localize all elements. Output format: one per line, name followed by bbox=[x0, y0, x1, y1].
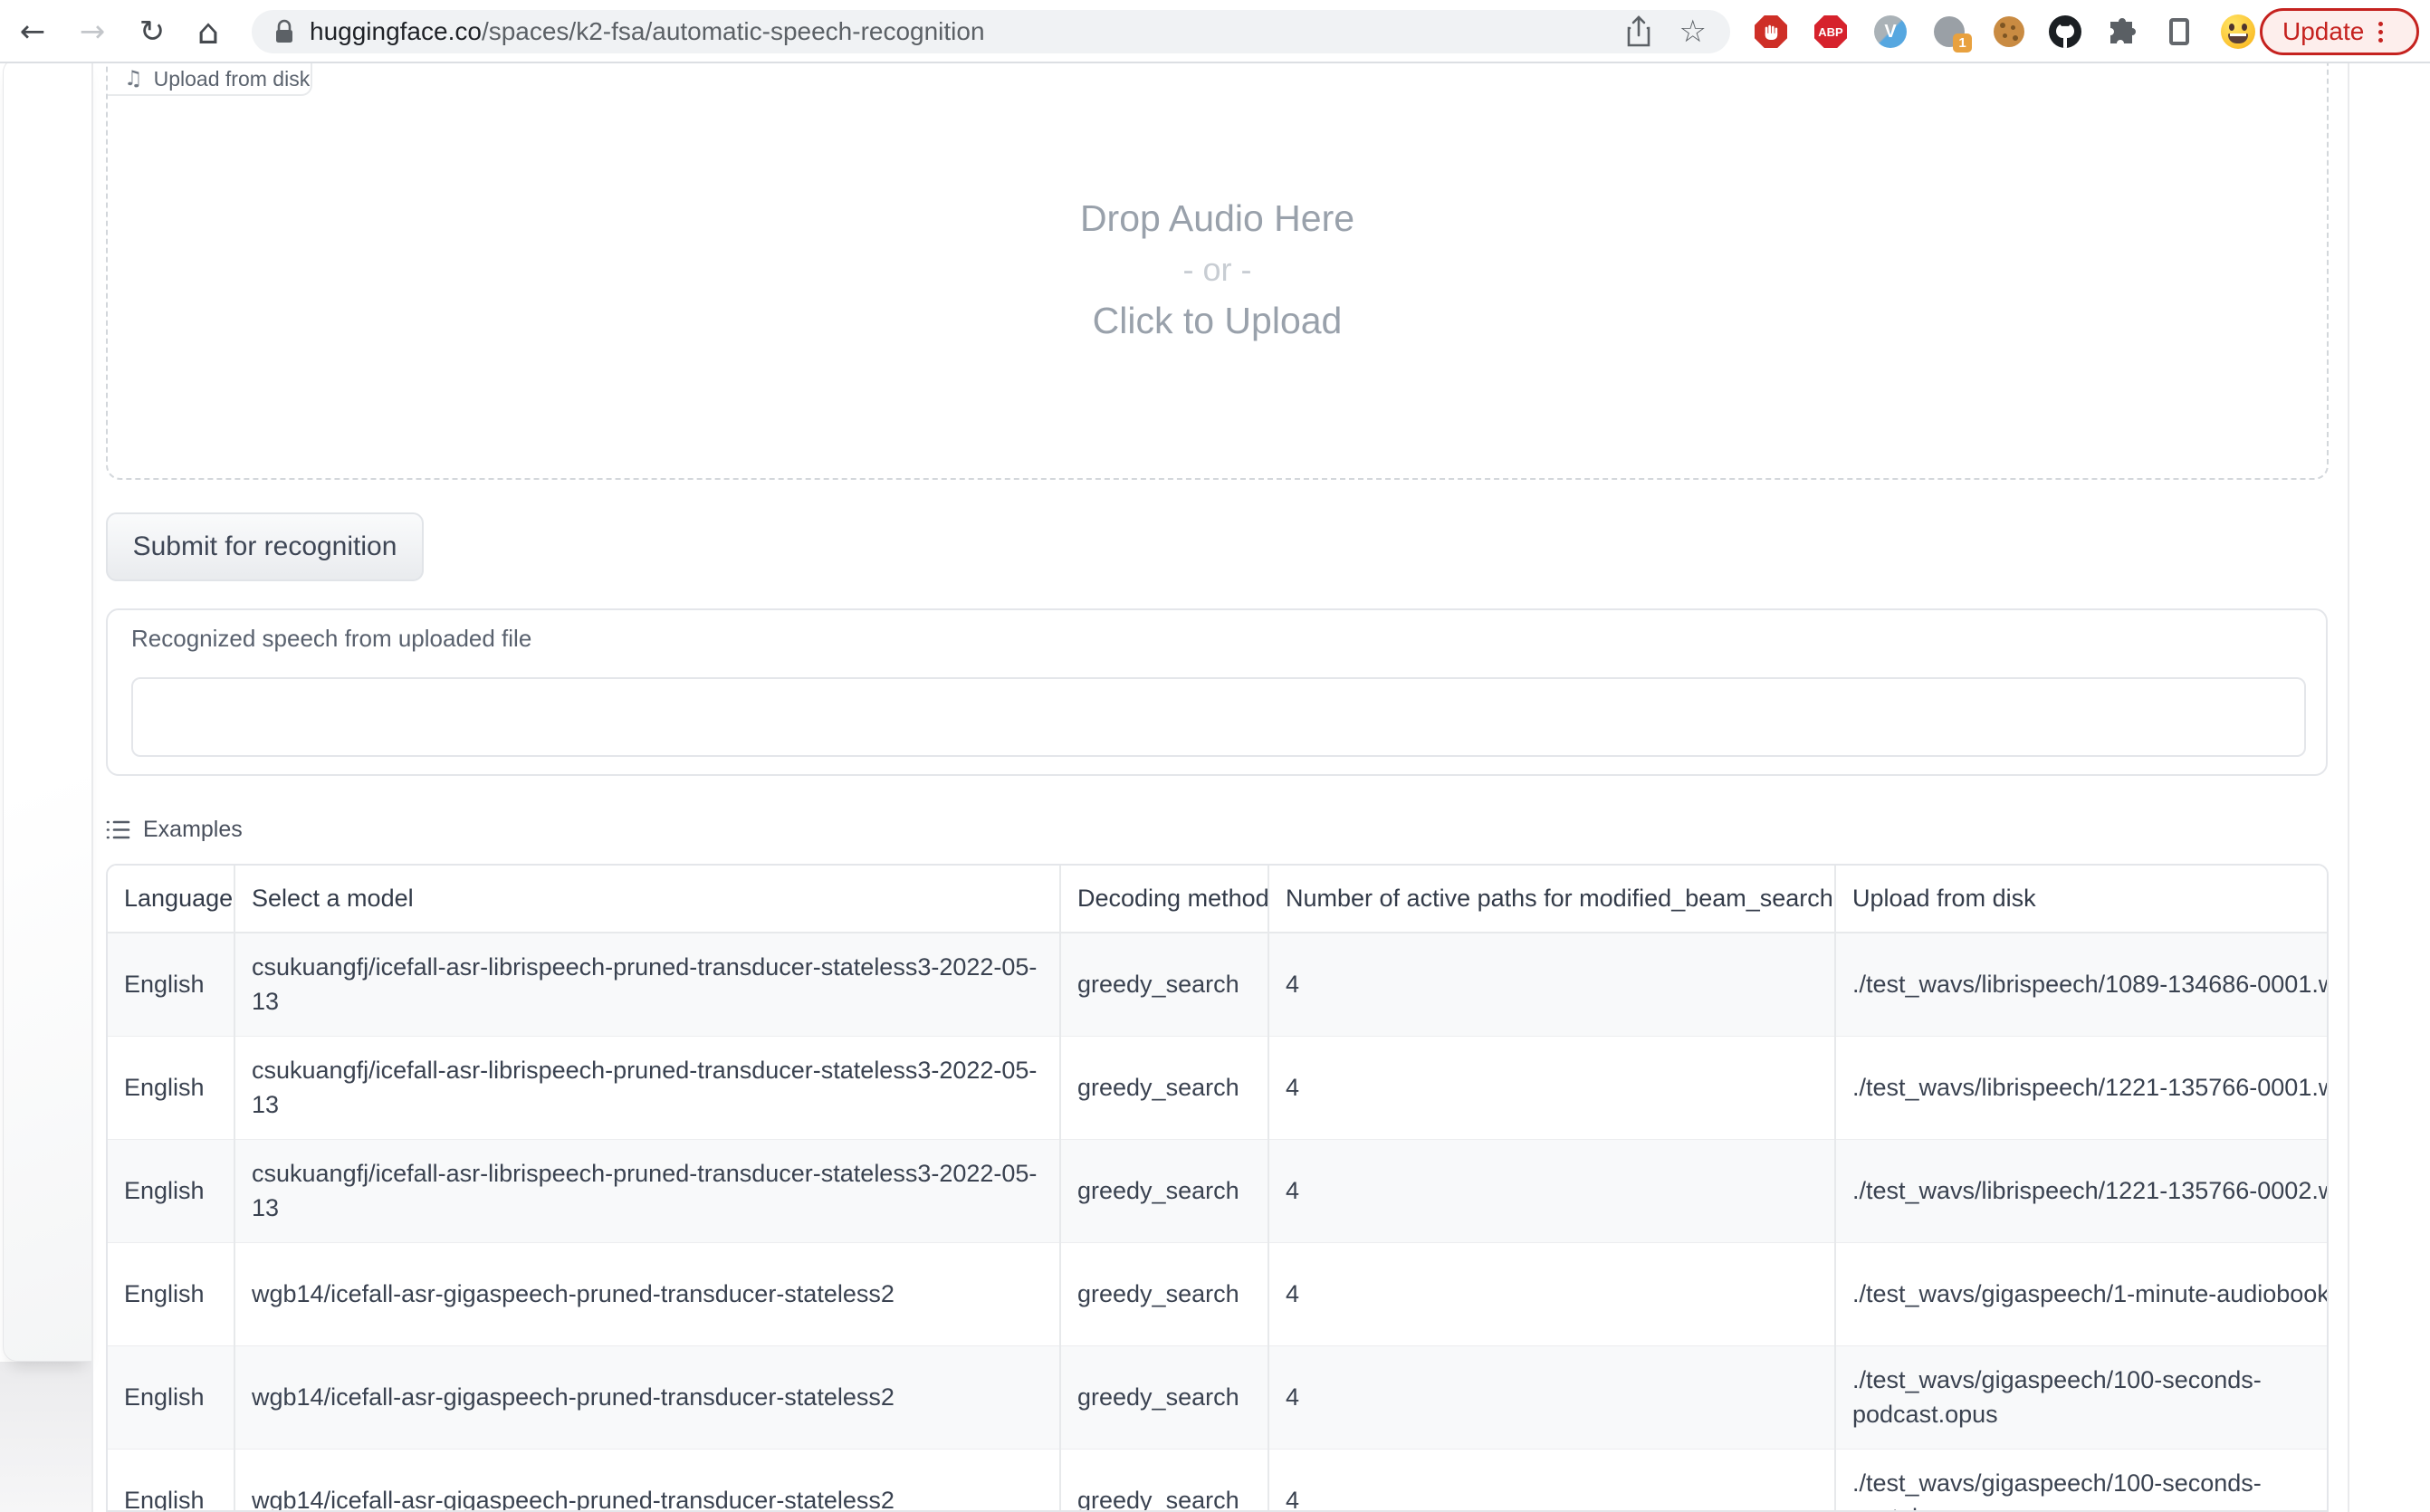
examples-header: Examples bbox=[106, 817, 243, 843]
tab-upload-from-disk[interactable]: ♫ Upload from disk bbox=[108, 63, 312, 96]
col-language: Language bbox=[108, 866, 234, 933]
example-row[interactable]: English wgb14/icefall-asr-gigaspeech-pru… bbox=[108, 1345, 2329, 1449]
cell-paths[interactable]: 4 bbox=[1268, 1242, 1835, 1345]
cell-model[interactable]: csukuangfj/icefall-asr-librispeech-prune… bbox=[234, 1036, 1060, 1139]
dropzone-hint: Drop Audio Here - or - Click to Upload bbox=[106, 192, 2329, 347]
examples-table: Language Select a model Decoding method … bbox=[106, 864, 2329, 1512]
submit-for-recognition-button[interactable]: Submit for recognition bbox=[106, 512, 424, 581]
back-button[interactable]: ← bbox=[13, 12, 53, 52]
forward-button[interactable]: → bbox=[72, 12, 112, 52]
example-row[interactable]: English wgb14/icefall-asr-gigaspeech-pru… bbox=[108, 1242, 2329, 1345]
url-text: huggingface.co/spaces/k2-fsa/automatic-s… bbox=[310, 17, 985, 46]
cell-decoding[interactable]: greedy_search bbox=[1060, 933, 1268, 1036]
drop-audio-here-text: Drop Audio Here bbox=[106, 192, 2329, 244]
page-left-lower-background bbox=[0, 1362, 92, 1512]
example-row[interactable]: English csukuangfj/icefall-asr-librispee… bbox=[108, 1139, 2329, 1242]
examples-header-row: Language Select a model Decoding method … bbox=[108, 866, 2329, 933]
cell-decoding[interactable]: greedy_search bbox=[1060, 1449, 1268, 1512]
github-icon[interactable] bbox=[2048, 14, 2082, 49]
cell-model[interactable]: wgb14/icefall-asr-gigaspeech-pruned-tran… bbox=[234, 1242, 1060, 1345]
cell-file[interactable]: ./test_wavs/librispeech/1221-135766-0001… bbox=[1835, 1036, 2329, 1139]
v-label: V bbox=[1884, 22, 1896, 43]
example-row[interactable]: English wgb14/icefall-asr-gigaspeech-pru… bbox=[108, 1449, 2329, 1512]
extension-badge: 1 bbox=[1953, 33, 1972, 53]
url-path: /spaces/k2-fsa/automatic-speech-recognit… bbox=[482, 17, 985, 45]
reload-button[interactable]: ↻ bbox=[132, 12, 172, 52]
v-ball-icon[interactable]: V bbox=[1873, 14, 1908, 49]
cell-paths[interactable]: 4 bbox=[1268, 1139, 1835, 1242]
cell-paths[interactable]: 4 bbox=[1268, 933, 1835, 1036]
col-decoding-method: Decoding method bbox=[1060, 866, 1268, 933]
cell-language[interactable]: English bbox=[108, 1242, 234, 1345]
click-to-upload-text[interactable]: Click to Upload bbox=[106, 294, 2329, 347]
disabled-extension-icon[interactable]: 1 bbox=[1932, 14, 1966, 49]
url-domain: huggingface.co bbox=[310, 17, 482, 45]
tab-label: Upload from disk bbox=[154, 67, 311, 91]
cell-model[interactable]: wgb14/icefall-asr-gigaspeech-pruned-tran… bbox=[234, 1449, 1060, 1512]
cell-language[interactable]: English bbox=[108, 1139, 234, 1242]
share-icon[interactable] bbox=[1625, 15, 1652, 48]
examples-label: Examples bbox=[143, 817, 243, 843]
cell-decoding[interactable]: greedy_search bbox=[1060, 1036, 1268, 1139]
output-textbox[interactable] bbox=[131, 677, 2306, 757]
example-row[interactable]: English csukuangfj/icefall-asr-librispee… bbox=[108, 1036, 2329, 1139]
bookmark-star-icon[interactable]: ☆ bbox=[1679, 16, 1707, 47]
browser-menu-icon[interactable] bbox=[2378, 22, 2383, 43]
output-label: Recognized speech from uploaded file bbox=[131, 625, 531, 653]
cell-decoding[interactable]: greedy_search bbox=[1060, 1139, 1268, 1242]
app-right-border bbox=[2348, 63, 2349, 1512]
example-row[interactable]: English csukuangfj/icefall-asr-librispee… bbox=[108, 933, 2329, 1036]
cell-file[interactable]: ./test_wavs/gigaspeech/100-seconds-podca… bbox=[1835, 1345, 2329, 1449]
cell-paths[interactable]: 4 bbox=[1268, 1449, 1835, 1512]
col-num-active-paths: Number of active paths for modified_beam… bbox=[1268, 866, 1835, 933]
update-label: Update bbox=[2282, 17, 2364, 46]
or-text: - or - bbox=[106, 244, 2329, 294]
smiley-extension-icon[interactable] bbox=[2221, 14, 2255, 49]
lock-icon bbox=[273, 18, 295, 45]
cell-file[interactable]: ./test_wavs/librispeech/1089-134686-0001… bbox=[1835, 933, 2329, 1036]
browser-toolbar: ← → ↻ ⌂ huggingface.co/spaces/k2-fsa/aut… bbox=[0, 0, 2430, 63]
address-bar[interactable]: huggingface.co/spaces/k2-fsa/automatic-s… bbox=[252, 10, 1730, 53]
adblock-hand-icon[interactable] bbox=[1754, 14, 1788, 49]
page-left-panel bbox=[3, 58, 91, 1362]
cell-paths[interactable]: 4 bbox=[1268, 1036, 1835, 1139]
cell-language[interactable]: English bbox=[108, 1345, 234, 1449]
app-left-border bbox=[91, 63, 93, 1512]
cell-language[interactable]: English bbox=[108, 1449, 234, 1512]
abp-icon[interactable]: ABP bbox=[1813, 14, 1848, 49]
cell-paths[interactable]: 4 bbox=[1268, 1345, 1835, 1449]
cell-file[interactable]: ./test_wavs/librispeech/1221-135766-0002… bbox=[1835, 1139, 2329, 1242]
cell-file[interactable]: ./test_wavs/gigaspeech/100-seconds-youtu… bbox=[1835, 1449, 2329, 1512]
examples-list-icon bbox=[106, 818, 130, 842]
cell-language[interactable]: English bbox=[108, 1036, 234, 1139]
side-panel-icon[interactable] bbox=[2162, 14, 2196, 49]
cell-decoding[interactable]: greedy_search bbox=[1060, 1242, 1268, 1345]
cell-language[interactable]: English bbox=[108, 933, 234, 1036]
cell-model[interactable]: csukuangfj/icefall-asr-librispeech-prune… bbox=[234, 933, 1060, 1036]
cell-model[interactable]: wgb14/icefall-asr-gigaspeech-pruned-tran… bbox=[234, 1345, 1060, 1449]
puzzle-extensions-icon[interactable] bbox=[2105, 14, 2139, 49]
recognized-speech-panel: Recognized speech from uploaded file bbox=[106, 608, 2328, 776]
cell-file[interactable]: ./test_wavs/gigaspeech/1-minute-audioboo… bbox=[1835, 1242, 2329, 1345]
cell-decoding[interactable]: greedy_search bbox=[1060, 1345, 1268, 1449]
cell-model[interactable]: csukuangfj/icefall-asr-librispeech-prune… bbox=[234, 1139, 1060, 1242]
home-button[interactable]: ⌂ bbox=[188, 12, 228, 52]
col-select-a-model: Select a model bbox=[234, 866, 1060, 933]
col-upload-from-disk: Upload from disk bbox=[1835, 866, 2329, 933]
abp-label: ABP bbox=[1818, 25, 1842, 39]
cookie-icon[interactable] bbox=[1992, 14, 2026, 49]
music-note-icon: ♫ bbox=[124, 69, 143, 90]
chrome-update-button[interactable]: Update bbox=[2260, 8, 2419, 55]
